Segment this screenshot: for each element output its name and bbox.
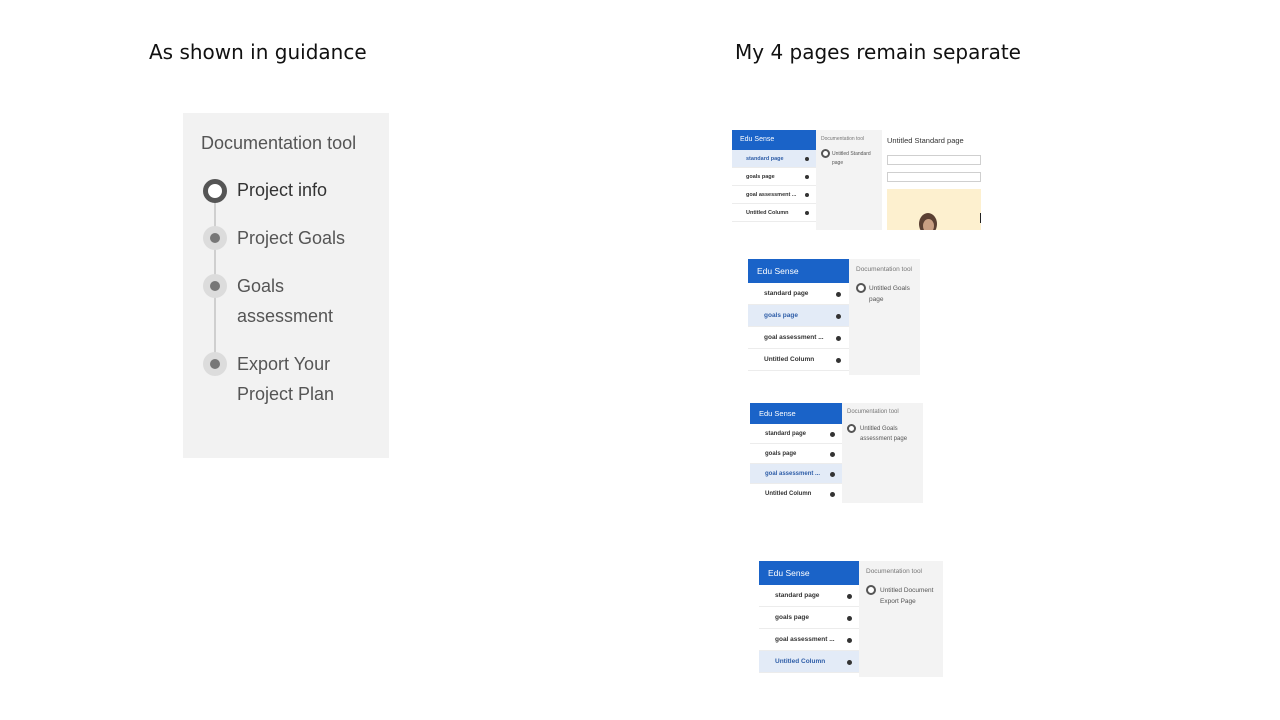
sidebar: Edu Sense standard page goals page goal …: [748, 259, 849, 375]
brand-header: Edu Sense: [732, 130, 816, 150]
sidebar-item-label: Untitled Column: [746, 210, 789, 216]
status-dot-icon: [836, 358, 841, 363]
status-dot-icon: [805, 193, 809, 197]
sidebar-item-standard-page[interactable]: standard page: [732, 150, 816, 168]
heading-my-pages: My 4 pages remain separate: [735, 40, 1021, 64]
sidebar-item-label: goals page: [746, 174, 775, 180]
text-input-field[interactable]: [887, 172, 981, 182]
sidebar-item-label: goals page: [764, 312, 798, 319]
sidebar-item-label: goal assessment ...: [746, 192, 797, 198]
sidebar-item-label: standard page: [746, 156, 784, 162]
doc-tool-title: Documentation tool: [821, 136, 865, 142]
sidebar-item-standard-page[interactable]: standard page: [759, 585, 859, 607]
guidance-doc-title: Documentation tool: [201, 133, 357, 153]
status-dot-icon: [805, 211, 809, 215]
person-face-shape: [923, 219, 934, 230]
sidebar-item-untitled-column[interactable]: Untitled Column: [759, 651, 859, 673]
step-label: Project Goals: [237, 228, 346, 248]
sidebar-item-goal-assessment[interactable]: goal assessment ...: [750, 464, 842, 484]
step-circle-icon: [856, 283, 866, 293]
step-label: Export Your Project Plan: [237, 354, 335, 404]
step-circle-icon: [866, 585, 876, 595]
status-dot-icon: [847, 660, 852, 665]
status-dot-icon: [830, 432, 835, 437]
heading-guidance: As shown in guidance: [149, 40, 367, 64]
step-active-circle-icon: [203, 179, 227, 203]
content-page-title: Untitled Standard page: [887, 136, 964, 145]
page-step-label: Untitled Standard page: [832, 151, 871, 166]
page-screenshot-export: Edu Sense standard page goals page goal …: [759, 561, 943, 677]
status-dot-icon: [847, 638, 852, 643]
sidebar-item-label: goals page: [775, 614, 809, 621]
status-dot-icon: [836, 314, 841, 319]
page-screenshot-goal-assessment: Edu Sense standard page goals page goal …: [750, 403, 923, 503]
sidebar-item-label: standard page: [775, 592, 820, 599]
sidebar-item-goals-page[interactable]: goals page: [750, 444, 842, 464]
sidebar-item-goal-assessment[interactable]: goal assessment ...: [732, 186, 816, 204]
sidebar-item-untitled-column[interactable]: Untitled Column: [750, 484, 842, 503]
sidebar: Edu Sense standard page goals page goal …: [759, 561, 859, 677]
status-dot-icon: [830, 472, 835, 477]
sidebar-item-label: standard page: [764, 290, 809, 297]
doc-tool-title: Documentation tool: [856, 266, 913, 273]
doc-tool-title: Documentation tool: [847, 409, 899, 415]
sidebar-item-goals-page[interactable]: goals page: [732, 168, 816, 186]
status-dot-icon: [830, 492, 835, 497]
step-label: Goals assessment: [237, 276, 334, 326]
page-step-label: Untitled Goals assessment page: [860, 426, 908, 442]
sidebar-item-goals-page[interactable]: goals page: [759, 607, 859, 629]
text-input-field[interactable]: [887, 155, 981, 165]
status-dot-icon: [805, 175, 809, 179]
image-edge-mark: [980, 213, 981, 223]
status-dot-icon: [830, 452, 835, 457]
sidebar-item-label: Untitled Column: [765, 491, 812, 497]
step-circle-icon: [847, 424, 856, 433]
doc-tool-title: Documentation tool: [866, 568, 923, 575]
sidebar-item-untitled-column[interactable]: Untitled Column: [732, 204, 816, 222]
sidebar-item-label: goals page: [765, 451, 797, 457]
sidebar-item-label: Untitled Column: [764, 356, 815, 363]
status-dot-icon: [805, 157, 809, 161]
brand-header: Edu Sense: [750, 403, 842, 424]
sidebar: Edu Sense standard page goals page goal …: [732, 130, 816, 230]
page-screenshot-goals: Edu Sense standard page goals page goal …: [748, 259, 920, 375]
sidebar-item-label: standard page: [765, 431, 807, 437]
sidebar-item-goals-page[interactable]: goals page: [748, 305, 849, 327]
status-dot-icon: [836, 336, 841, 341]
brand-header: Edu Sense: [759, 561, 859, 585]
sidebar-item-standard-page[interactable]: standard page: [748, 283, 849, 305]
page-step-label: Untitled Document Export Page: [880, 587, 934, 605]
content-image: [887, 189, 981, 230]
status-dot-icon: [847, 594, 852, 599]
sidebar-item-label: goal assessment ...: [764, 334, 824, 341]
step-dot-icon: [203, 274, 227, 298]
sidebar-item-goal-assessment[interactable]: goal assessment ...: [748, 327, 849, 349]
content-area: Untitled Standard page: [882, 130, 981, 230]
guidance-stepper-panel: Documentation tool Project info Project …: [183, 113, 389, 458]
status-dot-icon: [836, 292, 841, 297]
step-circle-icon: [821, 149, 830, 158]
brand-header: Edu Sense: [748, 259, 849, 283]
sidebar: Edu Sense standard page goals page goal …: [750, 403, 842, 503]
step-dot-icon: [203, 226, 227, 250]
page-screenshot-standard: Edu Sense standard page goals page goal …: [732, 130, 981, 230]
status-dot-icon: [847, 616, 852, 621]
sidebar-item-standard-page[interactable]: standard page: [750, 424, 842, 444]
step-label: Project info: [237, 180, 328, 200]
sidebar-item-label: Untitled Column: [775, 658, 826, 665]
sidebar-item-label: goal assessment ...: [775, 636, 835, 643]
sidebar-item-untitled-column[interactable]: Untitled Column: [748, 349, 849, 371]
sidebar-item-label: goal assessment ...: [765, 471, 821, 477]
sidebar-item-goal-assessment[interactable]: goal assessment ...: [759, 629, 859, 651]
page-step-label: Untitled Goals page: [869, 285, 910, 303]
step-dot-icon: [203, 352, 227, 376]
